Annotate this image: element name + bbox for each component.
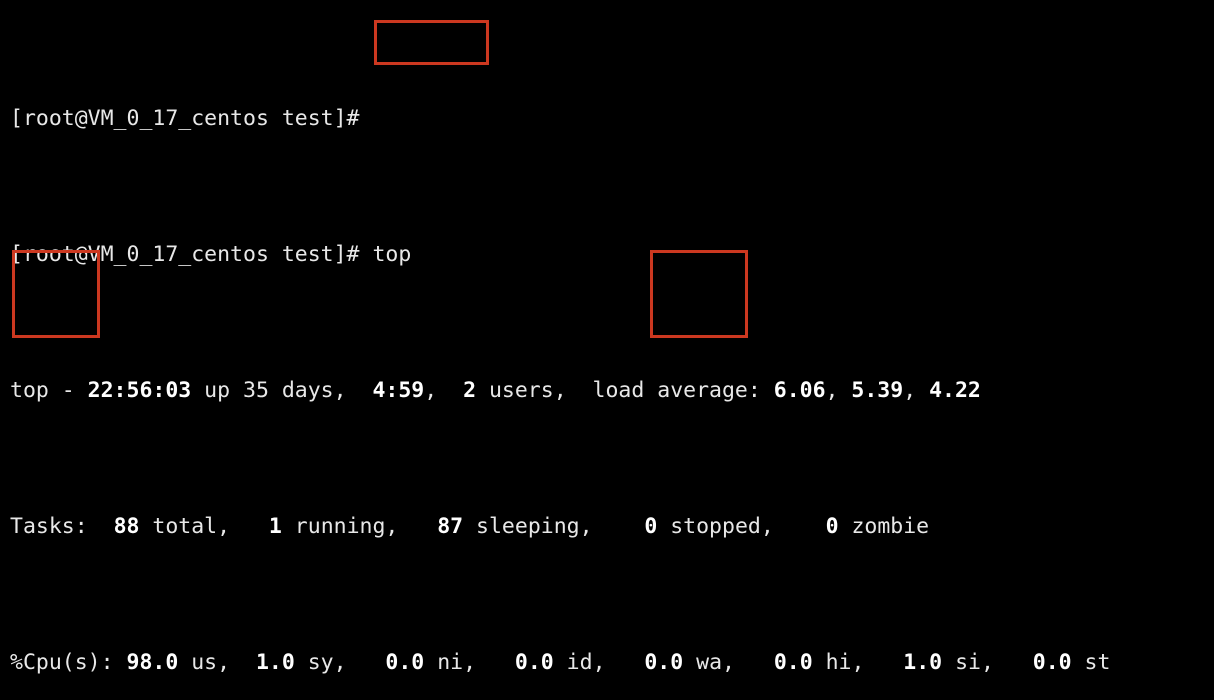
tasks-line: Tasks: 88 total, 1 running, 87 sleeping,… [10, 510, 1204, 544]
top-time-line: top - 22:56:03 up 35 days, 4:59, 2 users… [10, 374, 1204, 408]
cpu-line: %Cpu(s): 98.0 us, 1.0 sy, 0.0 ni, 0.0 id… [10, 646, 1204, 680]
prompt-line: [root@VM_0_17_centos test]# [10, 102, 1204, 136]
terminal-output[interactable]: [root@VM_0_17_centos test]# [root@VM_0_1… [0, 0, 1214, 700]
typed-command: top [372, 242, 411, 267]
prompt-command-line: [root@VM_0_17_centos test]# top [10, 238, 1204, 272]
highlight-command-box [374, 20, 489, 65]
